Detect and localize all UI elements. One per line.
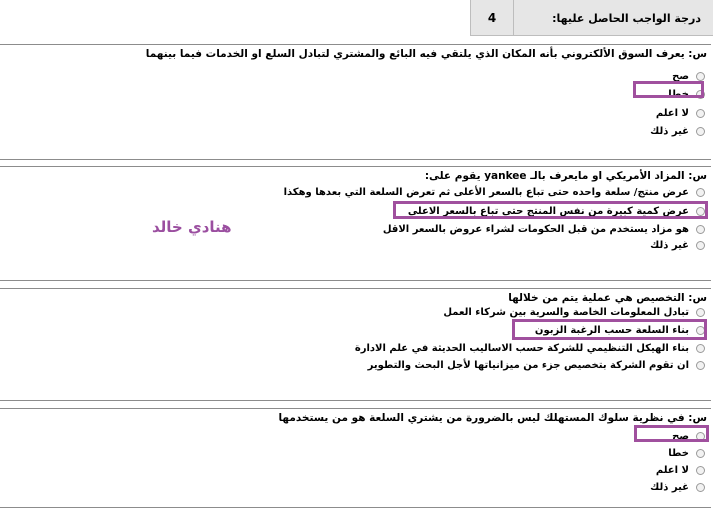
question-text: س: التخصيص هي عملية يتم من خلالها — [508, 292, 707, 304]
option-radio[interactable] — [696, 225, 705, 234]
question-2: س: المزاد الأمريكي او مايعرف بالـ yankee… — [0, 166, 711, 281]
option-label: تبادل المعلومات الخاصة والسرية بين شركاء… — [443, 307, 689, 318]
option-radio[interactable] — [696, 308, 705, 317]
option-label: غير ذلك — [650, 240, 689, 251]
answer-highlight — [512, 319, 707, 340]
option-radio[interactable] — [696, 483, 705, 492]
option-radio[interactable] — [696, 72, 705, 81]
watermark-text: هنادي خالد — [152, 218, 232, 236]
question-text: س: في نظرية سلوك المستهلك ليس بالضرورة م… — [278, 412, 707, 424]
option-radio[interactable] — [696, 188, 705, 197]
answer-highlight — [393, 201, 708, 219]
option-label: ان تقوم الشركة بتخصيص جزء من ميزانياتها … — [367, 360, 689, 371]
option-radio[interactable] — [696, 361, 705, 370]
question-4: س: في نظرية سلوك المستهلك ليس بالضرورة م… — [0, 408, 711, 508]
option-label: لا اعلم — [655, 108, 689, 119]
question-3: س: التخصيص هي عملية يتم من خلالها تبادل … — [0, 288, 711, 401]
score-label-cell: درجة الواجب الحاصل عليها: — [513, 0, 713, 36]
question-text: س: المزاد الأمريكي او مايعرف بالـ yankee… — [424, 170, 707, 182]
score-label: درجة الواجب الحاصل عليها: — [552, 12, 701, 25]
option-label: عرض منتج/ سلعة واحده حتى تباع بالسعر الأ… — [283, 187, 689, 198]
option-radio[interactable] — [696, 109, 705, 118]
option-label: غير ذلك — [650, 482, 689, 493]
option-radio[interactable] — [696, 241, 705, 250]
score-value-cell: 4 — [470, 0, 513, 36]
option-radio[interactable] — [696, 127, 705, 136]
option-label: غير ذلك — [650, 126, 689, 137]
option-label: خطا — [668, 448, 689, 459]
option-label: هو مزاد يستخدم من قبل الحكومات لشراء عرو… — [382, 224, 689, 235]
assignment-header: 4 درجة الواجب الحاصل عليها: — [0, 0, 713, 36]
option-label: لا اعلم — [655, 465, 689, 476]
option-radio[interactable] — [696, 449, 705, 458]
option-radio[interactable] — [696, 466, 705, 475]
question-text: س: يعرف السوق الألكتروني بأنه المكان الذ… — [145, 48, 707, 60]
answer-highlight — [633, 81, 704, 98]
score-value: 4 — [487, 11, 497, 25]
option-radio[interactable] — [696, 344, 705, 353]
question-1: س: يعرف السوق الألكتروني بأنه المكان الذ… — [0, 44, 711, 160]
answer-highlight — [634, 425, 709, 442]
option-label: بناء الهيكل التنظيمي للشركة حسب الاساليب… — [354, 343, 689, 354]
